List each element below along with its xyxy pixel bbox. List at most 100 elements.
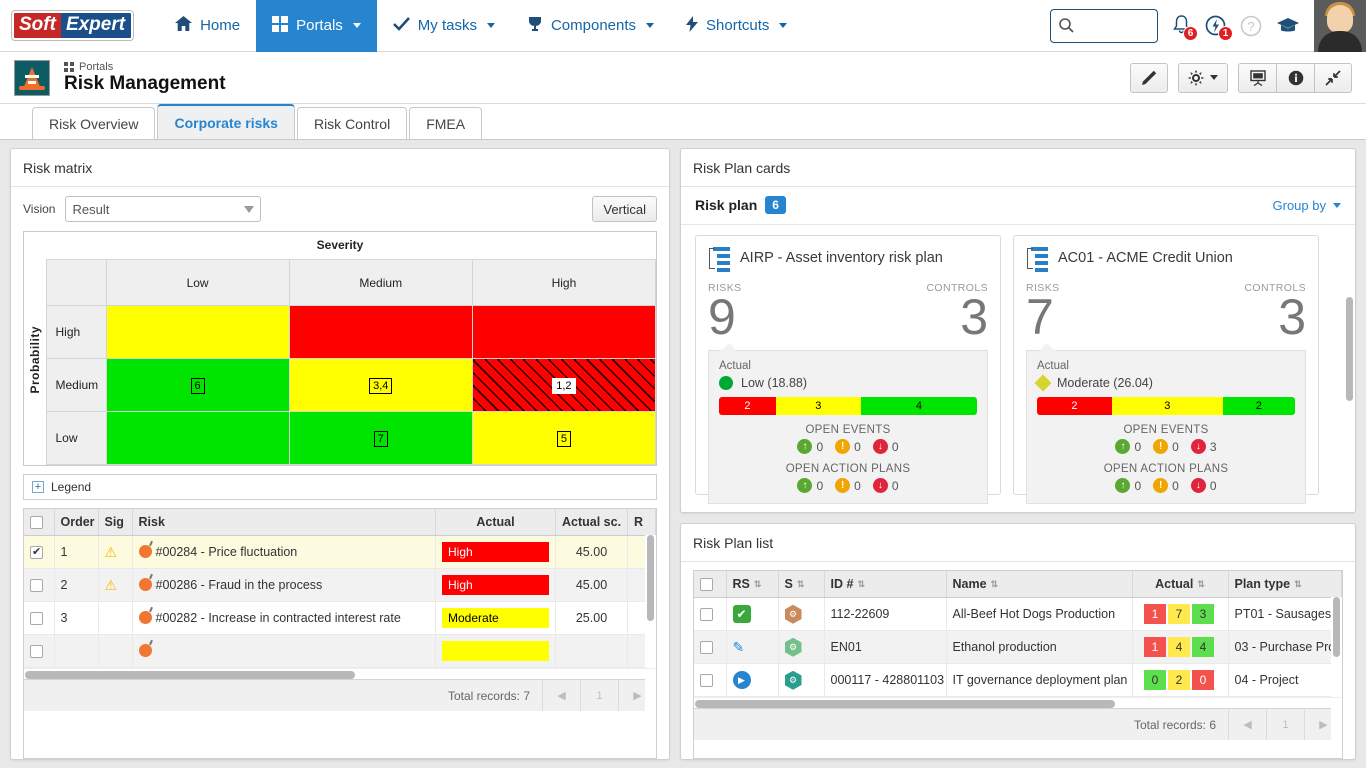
status-diamond-yellow-icon xyxy=(1034,374,1052,392)
row-checkbox[interactable] xyxy=(700,674,713,688)
matrix-cell-low-medium[interactable]: 7 xyxy=(288,411,473,465)
edit-button[interactable] xyxy=(1130,62,1168,93)
risk-grid-header-r[interactable]: R xyxy=(627,509,656,537)
risk-plan-header-actual[interactable]: Actual ⇅ xyxy=(1132,571,1229,599)
nav-item-home[interactable]: Home xyxy=(159,0,256,52)
top-navigation-bar: Soft Expert Home Portals My tasks Compon… xyxy=(0,0,1366,52)
sort-icon[interactable]: ⇅ xyxy=(857,580,865,589)
risk-grid-header-actual-sc[interactable]: Actual sc. xyxy=(555,509,628,537)
prev-page-button[interactable]: ◀ xyxy=(542,680,580,712)
risk-plan-header-name[interactable]: Name ⇅ xyxy=(946,571,1133,599)
sort-icon[interactable]: ⇅ xyxy=(754,580,762,589)
avatar[interactable] xyxy=(1314,0,1366,52)
chevron-down-icon xyxy=(1333,202,1341,208)
tab-risk-control[interactable]: Risk Control xyxy=(296,107,408,139)
academy-button[interactable] xyxy=(1276,17,1300,35)
current-page[interactable]: 1 xyxy=(1266,709,1304,741)
risk-grid-header-sig[interactable]: Sig xyxy=(98,509,133,537)
matrix-cell-high-high[interactable] xyxy=(471,305,657,359)
alerts-button[interactable]: 1 xyxy=(1205,15,1233,41)
risk-plan-header-id[interactable]: ID # ⇅ xyxy=(824,571,947,599)
table-row[interactable]: 1 ⚠ #00284 - Price fluctuation High 45.0… xyxy=(24,535,656,570)
risk-grid-header-actual[interactable]: Actual xyxy=(435,509,556,537)
matrix-chip[interactable]: 5 xyxy=(556,431,571,447)
row-checkbox[interactable] xyxy=(30,645,43,659)
matrix-cell-low-low[interactable] xyxy=(105,411,290,465)
matrix-chip[interactable]: 7 xyxy=(373,431,388,447)
risk-plan-card[interactable]: AIRP - Asset inventory risk plan RISKS C… xyxy=(695,235,1001,504)
table-row[interactable]: ▶ ⚙ 000117 - 428801103 IT governance dep… xyxy=(694,663,1342,698)
select-all-checkbox[interactable] xyxy=(700,578,713,592)
sort-icon[interactable]: ⇅ xyxy=(991,580,999,589)
table-row-partial[interactable] xyxy=(24,634,656,669)
row-checkbox-cell[interactable] xyxy=(24,568,55,603)
matrix-chip[interactable]: 6 xyxy=(190,378,205,394)
actual-label: Actual xyxy=(1037,360,1069,372)
prev-page-button[interactable]: ◀ xyxy=(1228,709,1266,741)
collapse-button[interactable] xyxy=(1314,62,1352,93)
nav-item-my-tasks[interactable]: My tasks xyxy=(377,0,511,52)
table-row[interactable]: ✔ ⚙ 112-22609 All-Beef Hot Dogs Producti… xyxy=(694,597,1342,632)
risk-grid-header-risk[interactable]: Risk xyxy=(132,509,436,537)
row-checkbox[interactable] xyxy=(700,608,713,622)
matrix-cell-medium-high[interactable]: 1,2 xyxy=(471,358,657,412)
legend-toggle[interactable]: + Legend xyxy=(23,474,657,500)
select-all-checkbox[interactable] xyxy=(30,516,43,530)
table-row[interactable]: 3 #00282 - Increase in contracted intere… xyxy=(24,601,656,636)
row-checkbox-cell[interactable] xyxy=(694,630,727,665)
row-checkbox[interactable] xyxy=(700,641,713,655)
sort-icon[interactable]: ⇅ xyxy=(797,580,805,589)
risk-plan-header-s[interactable]: S ⇅ xyxy=(778,571,825,599)
risk-grid-vertical-scrollbar[interactable] xyxy=(645,535,656,758)
notifications-button[interactable]: 6 xyxy=(1172,15,1198,41)
hex-brown-icon: ⚙ xyxy=(784,604,802,624)
risk-plan-select-all-header[interactable] xyxy=(694,571,727,599)
risks-count: 7 xyxy=(1026,289,1054,345)
risk-plan-header-rs[interactable]: RS ⇅ xyxy=(726,571,779,599)
row-checkbox-cell[interactable] xyxy=(694,663,727,698)
orientation-toggle-button[interactable]: Vertical xyxy=(592,196,657,222)
row-checkbox-cell[interactable] xyxy=(694,597,727,632)
table-row[interactable]: ✎ ⚙ EN01 Ethanol production 144 03 - Pur… xyxy=(694,630,1342,665)
risk-plan-horizontal-scrollbar[interactable] xyxy=(694,697,1342,709)
tab-corporate-risks[interactable]: Corporate risks xyxy=(157,104,295,139)
nav-item-components[interactable]: Components xyxy=(511,0,670,52)
group-by-button[interactable]: Group by xyxy=(1273,198,1341,213)
nav-item-shortcuts[interactable]: Shortcuts xyxy=(670,0,803,52)
matrix-cell-high-low[interactable] xyxy=(105,305,290,359)
row-checkbox-cell[interactable] xyxy=(24,634,55,669)
info-button[interactable] xyxy=(1276,62,1314,93)
row-checkbox-cell[interactable] xyxy=(24,535,55,570)
settings-button[interactable] xyxy=(1178,62,1228,93)
nav-label-portals: Portals xyxy=(296,17,343,34)
matrix-chip[interactable]: 1,2 xyxy=(552,378,576,394)
tab-risk-overview[interactable]: Risk Overview xyxy=(32,107,156,139)
risk-plan-card[interactable]: AC01 - ACME Credit Union RISKS CONTROLS … xyxy=(1013,235,1319,504)
matrix-cell-medium-low[interactable]: 6 xyxy=(105,358,290,412)
row-checkbox[interactable] xyxy=(30,579,43,593)
row-checkbox-cell[interactable] xyxy=(24,601,55,636)
vision-select[interactable]: Result xyxy=(65,196,262,222)
matrix-cell-low-high[interactable]: 5 xyxy=(471,411,657,465)
row-checkbox[interactable] xyxy=(30,545,43,560)
matrix-cell-medium-medium[interactable]: 3,4 xyxy=(288,358,473,412)
risk-plan-vertical-scrollbar[interactable] xyxy=(1331,597,1342,758)
current-page[interactable]: 1 xyxy=(580,680,618,712)
search-input[interactable] xyxy=(1050,8,1158,43)
matrix-cell-high-medium[interactable] xyxy=(288,305,473,359)
softexpert-logo[interactable]: Soft Expert xyxy=(12,11,134,40)
nav-item-portals[interactable]: Portals xyxy=(256,0,377,52)
table-row[interactable]: 2 ⚠ #00286 - Fraud in the process High 4… xyxy=(24,568,656,603)
matrix-chip[interactable]: 3,4 xyxy=(369,378,393,394)
risk-grid-horizontal-scrollbar[interactable] xyxy=(24,668,656,680)
risk-grid-header-order[interactable]: Order xyxy=(54,509,99,537)
row-checkbox[interactable] xyxy=(30,612,43,626)
sort-icon[interactable]: ⇅ xyxy=(1294,580,1302,589)
cards-vertical-scrollbar[interactable] xyxy=(1346,297,1353,401)
tab-fmea[interactable]: FMEA xyxy=(409,107,483,139)
risk-grid-select-all-header[interactable] xyxy=(24,509,55,537)
presentation-button[interactable] xyxy=(1238,62,1276,93)
sort-icon[interactable]: ⇅ xyxy=(1197,580,1205,589)
risk-plan-header-plan-type[interactable]: Plan type ⇅ xyxy=(1228,571,1342,599)
help-button[interactable]: ? xyxy=(1240,15,1262,37)
